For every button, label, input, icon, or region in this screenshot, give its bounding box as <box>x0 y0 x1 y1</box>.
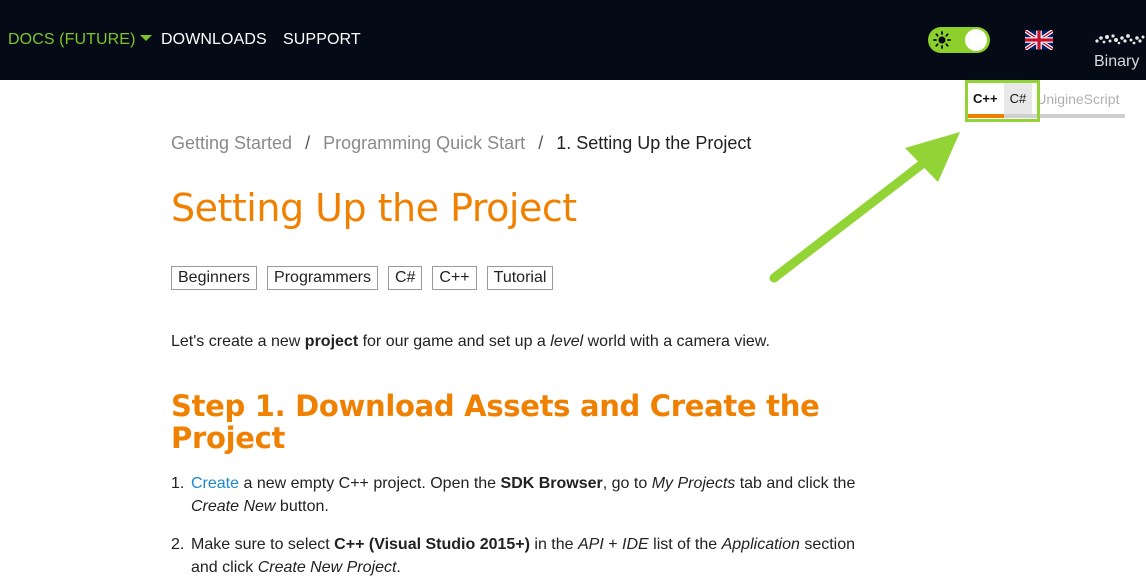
list-number: 1. <box>171 475 185 492</box>
tab-cpp[interactable]: C++ <box>967 82 1004 118</box>
step-bold: C++ (Visual Studio 2015+) <box>334 536 530 553</box>
top-navbar: DOCS (FUTURE) DOWNLOADS SUPPORT Binary <box>0 0 1146 80</box>
intro-paragraph: Let's create a new project for our game … <box>171 333 770 351</box>
step-italic: My Projects <box>651 475 736 492</box>
step-text: button. <box>275 498 329 515</box>
step-text: . <box>396 559 401 576</box>
tag-csharp[interactable]: C# <box>387 266 423 290</box>
steps-list: 1. Create a new empty C++ project. Open … <box>171 472 871 579</box>
caret-down-icon <box>139 35 152 41</box>
breadcrumb-separator: / <box>538 133 544 153</box>
page-title: Setting Up the Project <box>171 186 577 230</box>
step-italic: API <box>577 536 604 553</box>
step-1-heading: Step 1. Download Assets and Create the P… <box>171 389 820 455</box>
tab-uniginescript[interactable]: UnigineScript <box>1032 82 1125 114</box>
tag-cpp[interactable]: C++ <box>432 266 477 290</box>
step-italic: Create New Project <box>257 559 397 576</box>
uk-flag-icon[interactable] <box>1025 30 1053 50</box>
step-text: a new empty C++ project. Open the <box>239 475 501 492</box>
step-text: tab and click the <box>735 475 856 492</box>
list-number: 2. <box>171 536 185 553</box>
step-text: in the <box>529 536 578 553</box>
step-text: , go to <box>602 475 652 492</box>
list-item: 2. Make sure to select C++ (Visual Studi… <box>171 533 871 579</box>
intro-text: Let's create a new <box>171 333 305 350</box>
breadcrumb: Getting Started / Programming Quick Star… <box>171 133 751 154</box>
step-text: Make sure to select <box>191 536 335 553</box>
intro-text: for our game and set up a <box>358 333 551 350</box>
step-italic: IDE <box>622 536 649 553</box>
tag-list: Beginners Programmers C# C++ Tutorial <box>171 266 554 290</box>
tag-programmers[interactable]: Programmers <box>267 266 378 290</box>
create-link[interactable]: Create <box>191 475 239 492</box>
tab-csharp[interactable]: C# <box>1003 82 1033 114</box>
tag-tutorial[interactable]: Tutorial <box>486 266 554 290</box>
nav-docs-dropdown[interactable]: DOCS (FUTURE) <box>8 31 152 49</box>
list-item: 1. Create a new empty C++ project. Open … <box>171 472 871 518</box>
breadcrumb-getting-started[interactable]: Getting Started <box>171 133 292 153</box>
annotation-arrow-icon <box>769 132 960 283</box>
language-tabs: C++ C# UnigineScript <box>967 82 1126 118</box>
toggle-knob <box>965 29 987 51</box>
nav-docs-label: DOCS (FUTURE) <box>8 31 136 48</box>
step-italic: Application <box>721 536 800 553</box>
logo-mark-icon <box>1095 34 1145 45</box>
tag-beginners[interactable]: Beginners <box>171 266 258 290</box>
nav-support[interactable]: SUPPORT <box>283 31 361 49</box>
step-text: list of the <box>648 536 722 553</box>
theme-toggle[interactable] <box>928 27 990 53</box>
step-text: + <box>603 536 623 553</box>
intro-italic-level: level <box>550 333 584 350</box>
intro-text: world with a camera view. <box>583 333 770 350</box>
step-bold: SDK Browser <box>500 475 603 492</box>
nav-downloads[interactable]: DOWNLOADS <box>161 31 267 49</box>
breadcrumb-separator: / <box>305 133 311 153</box>
intro-bold-project: project <box>304 333 359 350</box>
step-italic: Create New <box>191 498 276 515</box>
breadcrumb-current: 1. Setting Up the Project <box>556 133 752 153</box>
breadcrumb-programming-quick-start[interactable]: Programming Quick Start <box>323 133 525 153</box>
binary-label[interactable]: Binary <box>1094 53 1139 71</box>
sun-icon <box>933 31 951 49</box>
